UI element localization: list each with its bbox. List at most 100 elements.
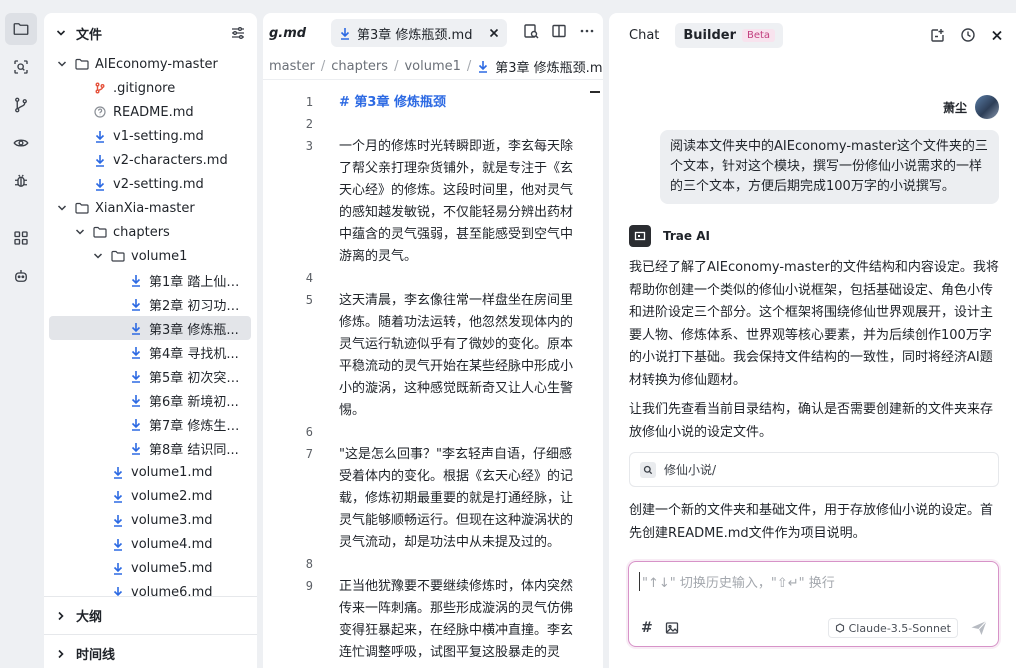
activity-bar: [0, 0, 42, 668]
chat-toolbar: [930, 27, 1004, 43]
tree-item-label: 第3章 修炼瓶...: [149, 322, 239, 338]
line-number: 3: [305, 139, 313, 153]
breadcrumb-item[interactable]: master: [269, 59, 315, 74]
ai-name: Trae AI: [663, 229, 710, 243]
model-selector[interactable]: Claude-3.5-Sonnet: [827, 618, 958, 638]
hash-context-icon[interactable]: #: [641, 620, 653, 636]
tree-file[interactable]: volume5.md: [49, 556, 251, 580]
split-editor-icon[interactable]: [551, 23, 567, 39]
tree-file[interactable]: 第4章 寻找机...: [49, 340, 251, 364]
tree-item-label: volume1: [131, 248, 188, 264]
run-debug-icon[interactable]: [5, 127, 37, 159]
preview-icon[interactable]: [523, 23, 539, 39]
tree-file[interactable]: volume4.md: [49, 532, 251, 556]
tab-chat[interactable]: Chat: [621, 23, 667, 48]
outline-section[interactable]: 大纲: [44, 596, 257, 634]
timeline-section[interactable]: 时间线: [44, 634, 257, 668]
tree-file[interactable]: 第1章 踏上仙路...: [49, 268, 251, 292]
tree-folder[interactable]: XianXia-master: [49, 196, 251, 220]
tree-item-label: 第8章 结识同...: [149, 442, 239, 458]
ai-header: Trae AI: [629, 225, 710, 247]
source-control-icon[interactable]: [5, 89, 37, 121]
tree-item-label: 第6章 新境初...: [149, 394, 239, 410]
chevron-down-icon[interactable]: [55, 203, 69, 213]
filter-settings-icon[interactable]: [231, 26, 245, 40]
tree-file[interactable]: 第8章 结识同...: [49, 436, 251, 460]
tree-file[interactable]: 第2章 初习功法...: [49, 292, 251, 316]
tree-folder[interactable]: volume1: [49, 244, 251, 268]
tree-item-label: chapters: [113, 224, 170, 240]
tab-builder-label: Builder: [683, 27, 736, 43]
extensions-icon[interactable]: [5, 222, 37, 254]
chevron-down-icon[interactable]: [91, 251, 105, 261]
tree-file[interactable]: v1-setting.md: [49, 124, 251, 148]
search-result-chip[interactable]: 修仙小说/: [629, 452, 999, 487]
breadcrumb-item[interactable]: volume1: [404, 59, 460, 74]
tree-item-label: README.md: [113, 104, 194, 120]
explorer-header: 文件: [44, 13, 257, 53]
markdown-file-icon: [111, 490, 125, 503]
tree-item-label: volume1.md: [131, 464, 213, 480]
tree-folder[interactable]: AIEconomy-master: [49, 52, 251, 76]
markdown-file-icon: [111, 538, 125, 551]
ai-robot-icon[interactable]: [5, 260, 37, 292]
close-icon[interactable]: [990, 27, 1004, 43]
tree-file[interactable]: .gitignore: [49, 76, 251, 100]
breadcrumb-item[interactable]: chapters: [331, 59, 388, 74]
user-header: 萧尘: [943, 95, 999, 119]
tree-file[interactable]: 第3章 修炼瓶...: [49, 316, 251, 340]
tree-file[interactable]: volume3.md: [49, 508, 251, 532]
tree-file[interactable]: volume6.md: [49, 580, 251, 597]
markdown-file-icon: [479, 60, 488, 73]
search-chip-label: 修仙小说/: [664, 463, 717, 477]
chevron-down-icon[interactable]: [73, 227, 87, 237]
more-icon[interactable]: [579, 23, 595, 39]
file-tree: AIEconomy-master .gitignore README.md v1-se…: [44, 52, 257, 597]
input-toolbar: #: [641, 620, 679, 636]
line-number: 1: [305, 95, 313, 109]
tree-item-label: volume2.md: [131, 488, 213, 504]
tree-file[interactable]: v2-setting.md: [49, 172, 251, 196]
chevron-down-icon[interactable]: [55, 59, 69, 69]
tree-file[interactable]: volume2.md: [49, 484, 251, 508]
tree-file[interactable]: 第7章 修炼生活...: [49, 412, 251, 436]
new-chat-icon[interactable]: [930, 27, 946, 43]
history-icon[interactable]: [960, 27, 976, 43]
send-icon[interactable]: [970, 619, 988, 637]
tree-file[interactable]: 第6章 新境初...: [49, 388, 251, 412]
search-icon[interactable]: [5, 51, 37, 83]
close-tab-icon[interactable]: [489, 28, 499, 38]
breadcrumb-current[interactable]: 第3章 修炼瓶颈.md: [477, 57, 603, 76]
tab-previous[interactable]: g.md: [263, 26, 329, 41]
trae-logo-icon: [629, 225, 651, 247]
line-number: 5: [305, 293, 313, 307]
tab-builder[interactable]: Builder Beta: [675, 22, 784, 48]
tree-file[interactable]: v2-characters.md: [49, 148, 251, 172]
tree-item-label: v2-characters.md: [113, 152, 228, 168]
tree-item-label: AIEconomy-master: [95, 56, 218, 72]
line-text: 一个月的修炼时光转瞬即逝，李玄每天除了帮父亲打理杂货铺外，就是专注于《玄天心经》…: [339, 139, 574, 264]
tree-file[interactable]: 第5章 初次突破...: [49, 364, 251, 388]
tab-active[interactable]: 第3章 修炼瓶颈.md: [331, 19, 507, 47]
chat-input-box[interactable]: "↑↓" 切换历史输入，"⇧↵" 换行 # Claude-3.5-Sonnet: [628, 561, 999, 647]
image-upload-icon[interactable]: [665, 621, 679, 635]
bug-icon[interactable]: [5, 165, 37, 197]
tree-file[interactable]: volume1.md: [49, 460, 251, 484]
line-number: 8: [305, 557, 313, 571]
folder-icon: [93, 226, 107, 238]
tree-file[interactable]: README.md: [49, 100, 251, 124]
line-number: 4: [305, 271, 313, 285]
code-area[interactable]: 1 # 第3章 修炼瓶颈 2 3 一个月的修炼时光转瞬即逝，李玄每天除了帮父亲打理杂货铺…: [263, 92, 603, 668]
tree-folder[interactable]: chapters: [49, 220, 251, 244]
tree-item-label: 第4章 寻找机...: [149, 346, 239, 362]
chevron-down-icon[interactable]: [56, 28, 66, 38]
tree-item-label: volume4.md: [131, 536, 213, 552]
model-name: Claude-3.5-Sonnet: [848, 621, 951, 635]
user-name: 萧尘: [942, 100, 967, 115]
markdown-file-icon: [129, 442, 143, 455]
ai-message-paragraph: 让我们先查看当前目录结构，确认是否需要创建新的文件夹来存放修仙小说的设定文件。: [629, 402, 994, 440]
markdown-file-icon: [129, 370, 143, 383]
explorer-icon[interactable]: [5, 13, 37, 45]
line-text: 这天清晨，李玄像往常一样盘坐在房间里修炼。随着功法运转，他忽然发现体内的灵气运行…: [339, 293, 574, 418]
chat-input-placeholder[interactable]: "↑↓" 切换历史输入，"⇧↵" 换行: [639, 572, 835, 591]
